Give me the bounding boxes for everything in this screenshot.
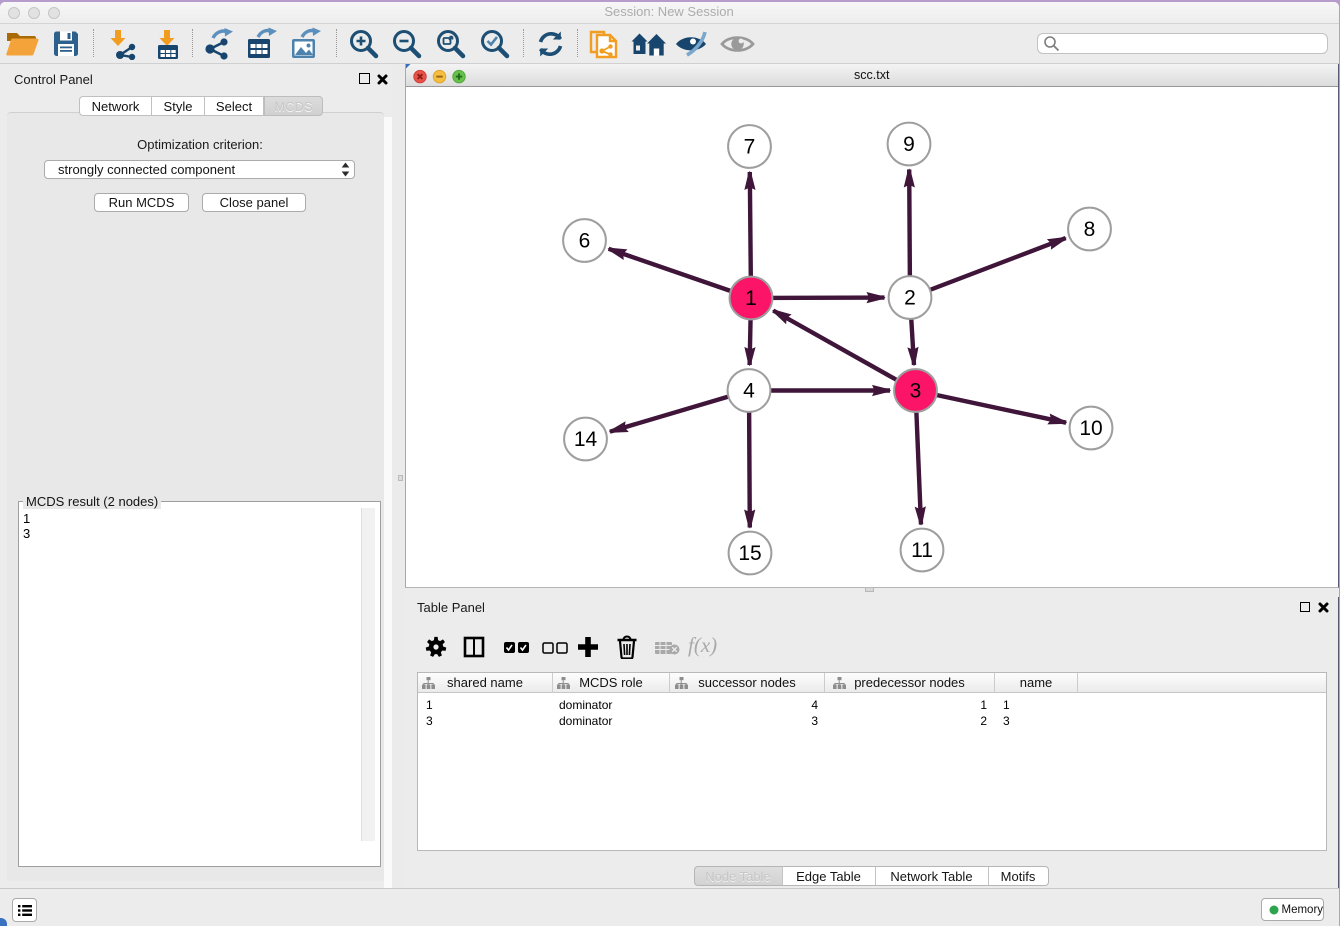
svg-text:8: 8: [1084, 218, 1096, 241]
svg-text:7: 7: [744, 136, 756, 159]
svg-text:9: 9: [903, 133, 915, 156]
svg-text:6: 6: [579, 230, 591, 253]
svg-text:1: 1: [745, 287, 757, 310]
svg-text:2: 2: [904, 287, 916, 310]
svg-text:3: 3: [910, 380, 922, 403]
svg-text:4: 4: [743, 380, 755, 403]
svg-text:15: 15: [738, 542, 761, 565]
svg-text:10: 10: [1079, 417, 1102, 440]
svg-text:11: 11: [911, 539, 933, 562]
svg-text:14: 14: [574, 428, 598, 451]
